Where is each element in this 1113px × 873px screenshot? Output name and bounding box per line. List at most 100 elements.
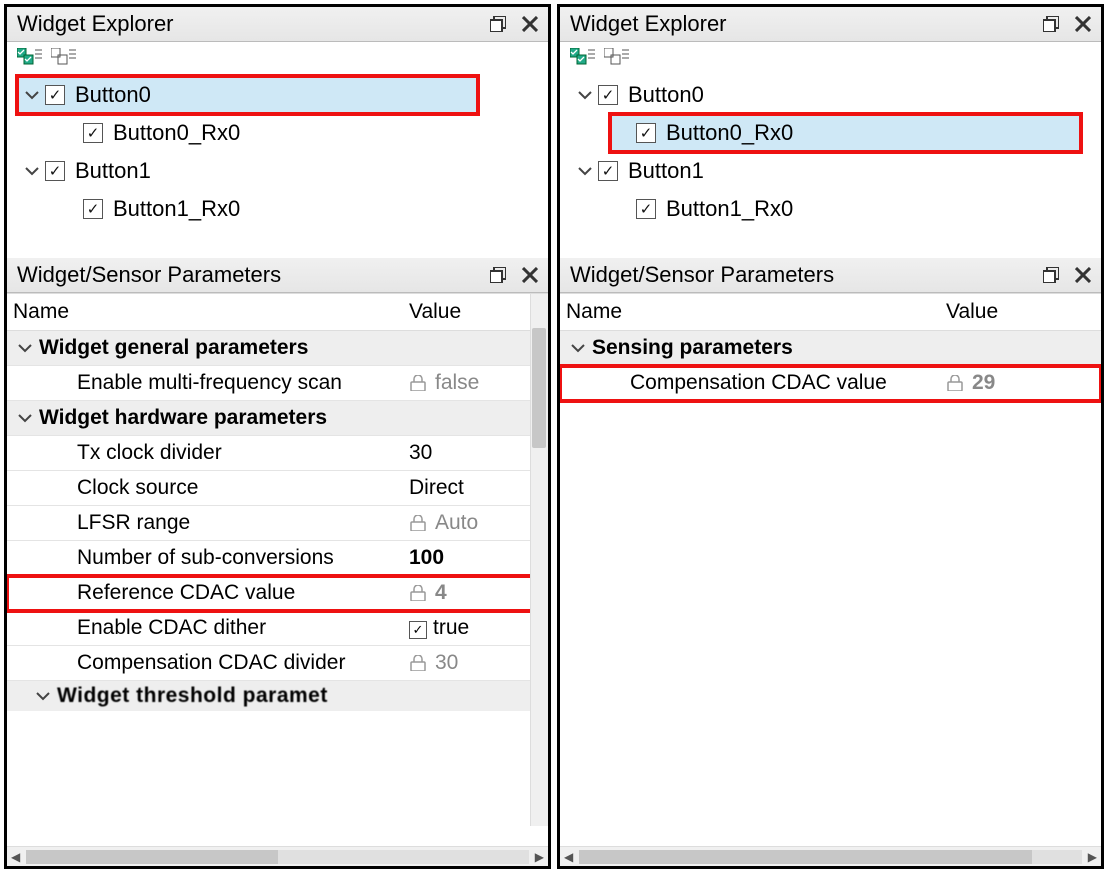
checkbox[interactable] (636, 123, 656, 143)
lock-icon (409, 373, 427, 389)
param-value[interactable]: 30 (403, 436, 548, 471)
lock-icon (946, 373, 964, 389)
lock-icon (409, 513, 427, 529)
tree-item-label: Button0 (628, 82, 704, 108)
table-row[interactable]: LFSR range Auto (7, 506, 548, 541)
param-name: LFSR range (7, 506, 403, 541)
param-name: Compensation CDAC divider (7, 646, 403, 681)
column-header-name[interactable]: Name (560, 294, 940, 331)
tree-item-label: Button1_Rx0 (666, 196, 793, 222)
parameters-pane: Widget/Sensor Parameters Name Value Sens… (560, 258, 1101, 866)
table-row[interactable]: Enable multi-frequency scan false (7, 366, 548, 401)
tree-item-button0[interactable]: Button0 (17, 76, 478, 114)
widget-explorer-title: Widget Explorer (570, 11, 1031, 37)
checkbox[interactable] (83, 199, 103, 219)
close-icon[interactable] (1071, 13, 1095, 35)
chevron-down-icon[interactable] (576, 164, 594, 178)
parameters-title-bar: Widget/Sensor Parameters (560, 258, 1101, 293)
parameters-table: Name Value Sensing parameters Compensati… (560, 294, 1101, 401)
section-row[interactable]: Sensing parameters (560, 331, 1101, 366)
section-row-cutoff: Widget threshold paramet (7, 681, 548, 711)
tree-item-label: Button1_Rx0 (113, 196, 240, 222)
tree-item-button0[interactable]: Button0 (570, 76, 1101, 114)
uncheck-all-icon[interactable] (604, 48, 626, 68)
section-title: Widget hardware parameters (39, 406, 327, 429)
table-row[interactable]: Enable CDAC dither true (7, 611, 548, 646)
tree-item-button1-rx0[interactable]: Button1_Rx0 (17, 190, 548, 228)
vertical-scrollbar[interactable] (530, 294, 548, 826)
table-row[interactable]: Reference CDAC value 4 (7, 576, 548, 611)
scroll-left-icon[interactable]: ◀ (11, 850, 20, 864)
param-value: 4 (403, 576, 548, 611)
scroll-right-icon[interactable]: ▶ (1088, 850, 1097, 864)
lock-icon (409, 583, 427, 599)
widget-explorer-title-bar: Widget Explorer (7, 7, 548, 42)
chevron-down-icon[interactable] (23, 88, 41, 102)
parameters-title: Widget/Sensor Parameters (570, 262, 1031, 288)
tree-item-label: Button1 (628, 158, 704, 184)
param-value[interactable]: Direct (403, 471, 548, 506)
lock-icon (409, 653, 427, 669)
section-title: Widget general parameters (39, 336, 308, 359)
checkbox[interactable] (598, 161, 618, 181)
parameters-title: Widget/Sensor Parameters (17, 262, 478, 288)
param-name: Enable CDAC dither (7, 611, 403, 646)
param-name: Clock source (7, 471, 403, 506)
horizontal-scrollbar[interactable]: ◀ ▶ (7, 846, 548, 866)
checkbox[interactable] (83, 123, 103, 143)
restore-icon[interactable] (1039, 264, 1063, 286)
section-row[interactable]: Widget general parameters (7, 331, 548, 366)
restore-icon[interactable] (486, 264, 510, 286)
left-column: Widget Explorer Button0 Button0_Rx0 Butt… (4, 4, 551, 869)
restore-icon[interactable] (1039, 13, 1063, 35)
table-row[interactable]: Compensation CDAC value 29 (560, 366, 1101, 401)
checkbox[interactable] (45, 85, 65, 105)
param-name: Reference CDAC value (7, 576, 403, 611)
check-all-icon[interactable] (570, 48, 592, 68)
tree-item-button0-rx0[interactable]: Button0_Rx0 (17, 114, 548, 152)
close-icon[interactable] (518, 13, 542, 35)
restore-icon[interactable] (486, 13, 510, 35)
uncheck-all-icon[interactable] (51, 48, 73, 68)
column-header-name[interactable]: Name (7, 294, 403, 331)
tree-item-button1[interactable]: Button1 (570, 152, 1101, 190)
table-row[interactable]: Tx clock divider 30 (7, 436, 548, 471)
param-value[interactable]: true (403, 611, 548, 646)
param-name: Compensation CDAC value (560, 366, 940, 401)
checkbox[interactable] (45, 161, 65, 181)
checkbox[interactable] (636, 199, 656, 219)
horizontal-scrollbar[interactable]: ◀ ▶ (560, 846, 1101, 866)
explorer-toolbar (7, 42, 548, 72)
close-icon[interactable] (518, 264, 542, 286)
tree-item-label: Button0 (75, 82, 151, 108)
tree-item-button0-rx0[interactable]: Button0_Rx0 (610, 114, 1081, 152)
chevron-down-icon[interactable] (23, 164, 41, 178)
parameters-pane: Widget/Sensor Parameters Name Value Widg… (7, 258, 548, 866)
close-icon[interactable] (1071, 264, 1095, 286)
parameters-body: Name Value Sensing parameters Compensati… (560, 293, 1101, 846)
widget-explorer-title-bar: Widget Explorer (560, 7, 1101, 42)
table-row[interactable]: Compensation CDAC divider 30 (7, 646, 548, 681)
widget-tree: Button0 Button0_Rx0 Button1 Button1_Rx0 (7, 72, 548, 258)
param-value[interactable]: 100 (403, 541, 548, 576)
tree-item-label: Button0_Rx0 (666, 120, 793, 146)
chevron-down-icon[interactable] (576, 88, 594, 102)
scroll-left-icon[interactable]: ◀ (564, 850, 573, 864)
tree-item-button1[interactable]: Button1 (17, 152, 548, 190)
table-row[interactable]: Number of sub-conversions 100 (7, 541, 548, 576)
param-value: 30 (403, 646, 548, 681)
widget-explorer-pane: Widget Explorer Button0 Button0_Rx0 Butt… (560, 7, 1101, 258)
section-row[interactable]: Widget hardware parameters (7, 401, 548, 436)
param-name: Enable multi-frequency scan (7, 366, 403, 401)
table-row[interactable]: Clock source Direct (7, 471, 548, 506)
scroll-right-icon[interactable]: ▶ (535, 850, 544, 864)
tree-item-button1-rx0[interactable]: Button1_Rx0 (570, 190, 1101, 228)
widget-explorer-title: Widget Explorer (17, 11, 478, 37)
check-all-icon[interactable] (17, 48, 39, 68)
tree-item-label: Button1 (75, 158, 151, 184)
checkbox[interactable] (409, 621, 427, 639)
checkbox[interactable] (598, 85, 618, 105)
column-header-value[interactable]: Value (940, 294, 1101, 331)
column-header-value[interactable]: Value (403, 294, 548, 331)
widget-explorer-pane: Widget Explorer Button0 Button0_Rx0 Butt… (7, 7, 548, 258)
